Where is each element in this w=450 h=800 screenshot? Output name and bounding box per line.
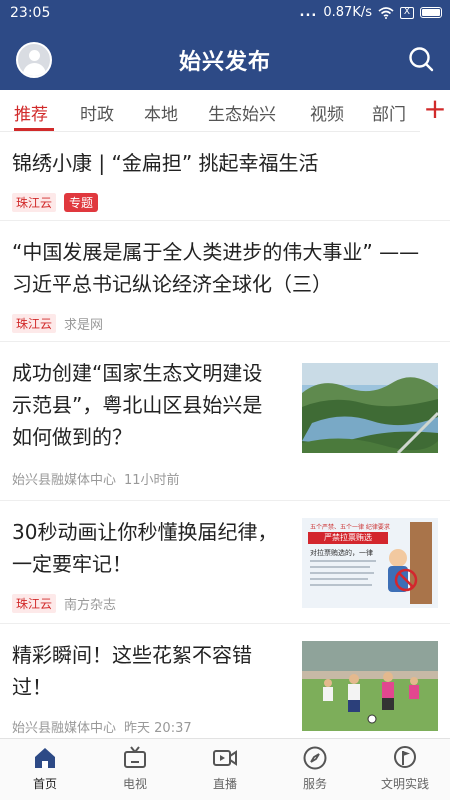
nav-label: 电视 <box>122 777 147 791</box>
nav-civilization-practice[interactable]: 文明实践 <box>360 745 450 792</box>
live-video-icon <box>213 750 237 766</box>
article-meta: 始兴县融媒体中心 昨天 20:37 <box>12 717 192 736</box>
bottom-navigation: 首页 电视 直播 服务 文明实践 <box>0 738 450 800</box>
nav-live[interactable]: 直播 <box>180 745 270 792</box>
article-meta: 珠江云 求是网 <box>12 314 103 333</box>
topic-badge: 专题 <box>64 193 99 212</box>
article-thumbnail[interactable] <box>302 641 438 731</box>
article-author: 南方杂志 <box>64 598 117 613</box>
list-item[interactable]: 30秒动画让你秒懂换届纪律， 一定要牢记！ 珠江云 南方杂志 五个严禁、五个一律… <box>0 502 450 624</box>
list-item[interactable]: “中国发展是属于全人类进步的伟大事业” —— 习近平总书记纵论经济全球化（三） … <box>0 222 450 342</box>
article-meta: 珠江云 南方杂志 <box>12 594 116 613</box>
tab-politics[interactable]: 时政 <box>80 100 114 125</box>
article-meta: 始兴县融媒体中心 11小时前 <box>12 469 180 488</box>
nav-services[interactable]: 服务 <box>270 745 360 792</box>
article-title: 精彩瞬间！这些花絮不容错 过！ <box>12 643 252 699</box>
wifi-icon <box>378 6 394 19</box>
search-icon[interactable] <box>408 46 434 72</box>
article-thumbnail[interactable] <box>302 363 438 453</box>
app-title: 始兴发布 <box>178 50 271 75</box>
list-item[interactable]: 精彩瞬间！这些花絮不容错 过！ 始兴县融媒体中心 昨天 20:37 <box>0 625 450 738</box>
tab-video[interactable]: 视频 <box>310 100 344 125</box>
battery-icon <box>420 7 442 18</box>
source-tag: 珠江云 <box>12 314 57 333</box>
news-feed[interactable]: 锦绣小康 | “金扁担” 挑起幸福生活 珠江云 专题 “中国发展是属于全人类进步… <box>0 133 450 738</box>
nav-label: 直播 <box>212 777 237 791</box>
article-thumbnail[interactable]: 五个严禁、五个一律 纪律要求 严禁拉票贿选 对拉票贿选的，一律 <box>302 518 438 608</box>
article-source: 始兴县融媒体中心 <box>12 721 117 736</box>
nav-tv[interactable]: 电视 <box>90 745 180 792</box>
list-item[interactable]: 锦绣小康 | “金扁担” 挑起幸福生活 珠江云 专题 <box>0 133 450 221</box>
list-item[interactable]: 成功创建“国家生态文明建设 示范县”，粤北山区县始兴是 如何做到的？ 始兴县融媒… <box>0 343 450 501</box>
sim-icon: X <box>400 6 414 19</box>
compass-icon <box>303 746 327 770</box>
article-meta: 珠江云 专题 <box>12 193 99 212</box>
tab-departments[interactable]: 部门 <box>372 100 406 125</box>
source-tag: 珠江云 <box>12 193 57 212</box>
home-icon <box>35 748 55 768</box>
article-title: 锦绣小康 | “金扁担” 挑起幸福生活 <box>12 151 319 175</box>
status-time: 23:05 <box>10 5 51 21</box>
tab-ecology[interactable]: 生态始兴 <box>208 100 276 125</box>
tab-recommend[interactable]: 推荐 <box>14 100 48 125</box>
nav-label: 文明实践 <box>380 777 429 791</box>
article-source: 始兴县融媒体中心 <box>12 473 117 488</box>
tab-local[interactable]: 本地 <box>144 100 178 125</box>
article-time: 昨天 20:37 <box>124 721 192 736</box>
app-header: 始兴发布 <box>0 28 450 90</box>
article-author: 求是网 <box>64 318 104 333</box>
nav-label: 服务 <box>302 777 327 791</box>
article-title: “中国发展是属于全人类进步的伟大事业” —— 习近平总书记纵论经济全球化（三） <box>12 240 420 296</box>
more-dots-icon: ... <box>299 5 318 20</box>
flag-pin-icon <box>394 746 416 768</box>
nav-label: 首页 <box>32 777 57 791</box>
article-time: 11小时前 <box>124 473 180 488</box>
channel-tabs: 推荐 时政 本地 生态始兴 视频 部门 + <box>0 90 450 132</box>
status-bar: 23:05 ... 0.87K/s X <box>0 0 450 28</box>
status-icons: ... 0.87K/s X <box>300 5 442 20</box>
network-speed: 0.87K/s <box>323 5 372 20</box>
active-tab-indicator <box>14 128 54 131</box>
add-channel-button[interactable]: + <box>420 90 450 132</box>
source-tag: 珠江云 <box>12 594 57 613</box>
tv-icon <box>124 746 146 768</box>
nav-home[interactable]: 首页 <box>0 745 90 792</box>
article-title: 成功创建“国家生态文明建设 示范县”，粤北山区县始兴是 如何做到的？ <box>12 361 263 449</box>
article-title: 30秒动画让你秒懂换届纪律， 一定要牢记！ <box>12 520 278 576</box>
